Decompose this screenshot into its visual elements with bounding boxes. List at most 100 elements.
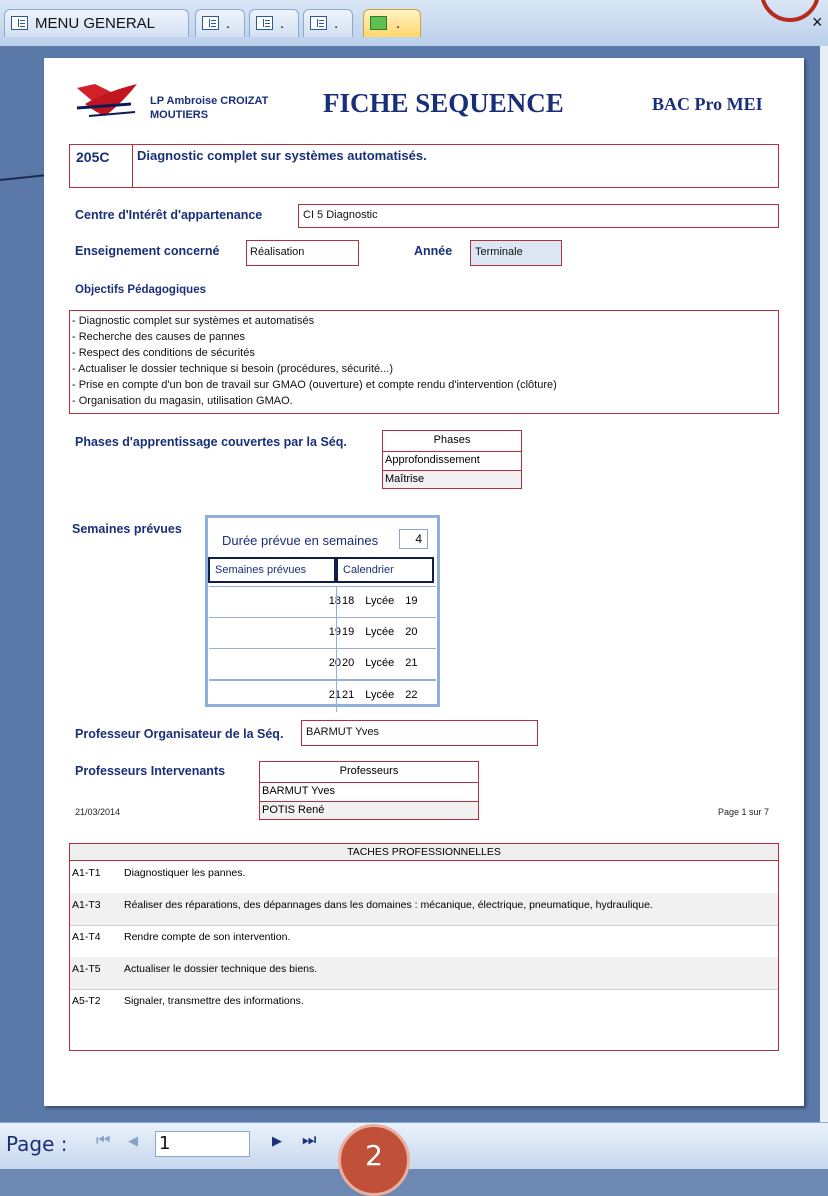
phases-table: Phases Approfondissement Maîtrise [382, 430, 522, 489]
annee-value: Terminale [475, 246, 523, 258]
task-code: A1-T5 [72, 963, 101, 975]
task-row: A1-T1 Diagnostiquer les pannes. [70, 861, 778, 894]
centre-value: CI 5 Diagnostic [303, 209, 378, 221]
profs-header: Professeurs [339, 765, 399, 777]
print-date: 21/03/2014 [75, 807, 121, 817]
school-logo-icon [76, 84, 137, 117]
task-text: Actualiser le dossier technique des bien… [124, 963, 318, 975]
objectif-line: - Actualiser le dossier technique si bes… [72, 363, 393, 375]
task-code: A1-T4 [72, 931, 101, 943]
week-calendar: 21 Lycée 22 [342, 689, 418, 701]
objectifs-label: Objectifs Pédagogiques [75, 284, 206, 296]
enseignement-label: Enseignement concerné [75, 244, 220, 258]
phase-row: Maîtrise [383, 470, 521, 488]
objectif-line: - Diagnostic complet sur systèmes et aut… [72, 315, 315, 327]
tab-report-active[interactable]: . [363, 9, 421, 37]
phases-header: Phases [433, 434, 471, 446]
tasks-header: TACHES PROFESSIONNELLES [70, 844, 778, 861]
enseignement-field: Réalisation [246, 240, 359, 266]
task-row: A5-T2 Signaler, transmettre des informat… [70, 989, 778, 1021]
form-icon [256, 16, 273, 30]
calendar-col-header: Calendrier [336, 557, 434, 583]
week-row: 19 19 Lycée 20 [209, 617, 436, 649]
objectifs-box: - Diagnostic complet sur systèmes et aut… [69, 310, 779, 414]
tab-form-3[interactable]: . [249, 9, 299, 37]
form-icon [202, 16, 219, 30]
tab-label: . [396, 15, 401, 32]
vertical-scrollbar[interactable] [820, 46, 828, 1122]
last-page-icon[interactable]: ⏭ [302, 1130, 316, 1150]
divider [336, 587, 337, 618]
form-icon [11, 16, 28, 30]
record-navigation-bar [0, 1122, 828, 1169]
task-code: A5-T2 [72, 995, 101, 1007]
tab-label: MENU GENERAL [35, 15, 156, 32]
profs-table: Professeurs BARMUT Yves POTIS René [259, 761, 479, 820]
first-page-icon[interactable]: ⏮ [96, 1130, 110, 1150]
document-tab-bar: MENU GENERAL . . . . [0, 0, 828, 47]
divider [336, 649, 337, 680]
tab-form-2[interactable]: . [195, 9, 245, 37]
centre-label: Centre d'Intérêt d'appartenance [75, 208, 263, 222]
week-number: 18 [328, 595, 341, 607]
week-row: 18 18 Lycée 19 [209, 586, 436, 618]
tab-label: . [226, 15, 231, 32]
next-page-icon[interactable]: ▶ [272, 1134, 282, 1149]
week-calendar: 18 Lycée 19 [342, 595, 418, 607]
divider [132, 144, 133, 188]
sequence-title: Diagnostic complet sur systèmes automati… [137, 148, 427, 163]
prof-org-field: BARMUT Yves [301, 720, 538, 746]
task-text: Signaler, transmettre des informations. [124, 995, 304, 1007]
prev-page-icon[interactable]: ◀ [128, 1134, 138, 1149]
divider [336, 618, 337, 649]
task-text: Rendre compte de son intervention. [124, 931, 291, 943]
annee-field: Terminale [470, 240, 562, 266]
duree-value: 4 [399, 529, 428, 549]
tab-menu-general[interactable]: MENU GENERAL [4, 9, 189, 37]
phases-label: Phases d'apprentissage couvertes par la … [75, 435, 347, 449]
centre-field: CI 5 Diagnostic [298, 204, 779, 228]
tab-label: . [334, 15, 339, 32]
objectif-line: - Organisation du magasin, utilisation G… [72, 395, 293, 407]
tab-label: . [280, 15, 285, 32]
school-name: LP Ambroise CROIZAT [150, 95, 269, 107]
objectif-line: - Prise en compte d'un bon de travail su… [72, 379, 557, 391]
diploma-label: BAC Pro MEI [652, 94, 763, 114]
close-icon[interactable]: × [812, 12, 823, 33]
annotation-marker: 2 [338, 1124, 410, 1196]
prof-org-value: BARMUT Yves [306, 726, 379, 738]
annee-label: Année [414, 244, 453, 258]
report-icon [370, 16, 387, 30]
prof-row: POTIS René [260, 801, 478, 819]
weeks-col-header: Semaines prévues [208, 557, 336, 583]
duree-label: Durée prévue en semaines [222, 533, 379, 548]
week-calendar: 19 Lycée 20 [342, 626, 418, 638]
sequence-code: 205C [76, 149, 110, 165]
enseignement-value: Réalisation [250, 246, 305, 258]
school-name-block: LP Ambroise CROIZAT MOUTIERS [150, 94, 268, 122]
week-number: 21 [328, 689, 341, 701]
report-title: FICHE SEQUENCE [323, 88, 564, 118]
objectif-line: - Respect des conditions de sécurités [72, 347, 255, 359]
school-town: MOUTIERS [150, 109, 209, 121]
form-icon [310, 16, 327, 30]
tab-form-4[interactable]: . [303, 9, 353, 37]
prof-row: BARMUT Yves [260, 782, 478, 800]
page-number-input[interactable]: 1 [155, 1131, 250, 1157]
task-text: Réaliser des réparations, des dépannages… [124, 899, 653, 911]
task-code: A1-T3 [72, 899, 101, 911]
divider [336, 681, 337, 712]
task-row: A1-T5 Actualiser le dossier technique de… [70, 957, 778, 990]
prof-int-label: Professeurs Intervenants [75, 764, 226, 778]
week-calendar: 20 Lycée 21 [342, 657, 418, 669]
semaines-label: Semaines prévues [72, 522, 182, 536]
page-label: Page : [6, 1132, 68, 1156]
page-of: Page 1 sur 7 [718, 807, 770, 817]
week-number: 19 [328, 626, 341, 638]
task-row: A1-T3 Réaliser des réparations, des dépa… [70, 893, 778, 926]
prof-org-label: Professeur Organisateur de la Séq. [75, 727, 284, 741]
week-row: 20 20 Lycée 21 [209, 648, 436, 680]
week-number: 20 [328, 657, 341, 669]
objectif-line: - Recherche des causes de pannes [72, 331, 246, 343]
task-code: A1-T1 [72, 867, 101, 879]
